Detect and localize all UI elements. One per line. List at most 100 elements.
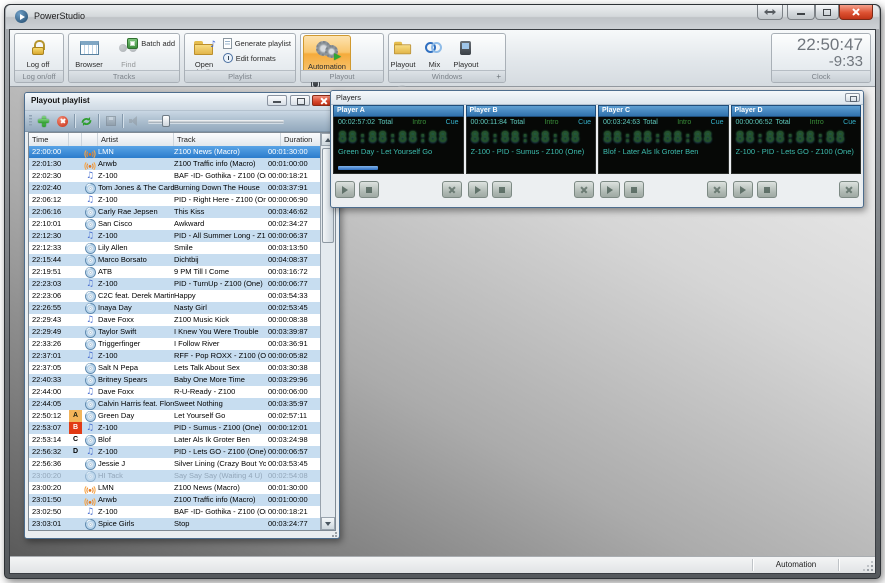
- player-cue-label: Cue: [843, 119, 856, 127]
- save-playlist-button[interactable]: [103, 114, 118, 129]
- player-buttons: [731, 174, 862, 205]
- playlist-maximize-button[interactable]: [290, 95, 310, 106]
- player-stop-button[interactable]: [492, 181, 512, 198]
- playlist-row[interactable]: 23:01:50AnwbZ100 Traffic info (Macro)00:…: [29, 494, 320, 506]
- browser-button[interactable]: Browser: [69, 34, 109, 69]
- row-time: 22:37:01: [29, 350, 69, 362]
- batch-add-button[interactable]: Batch add: [127, 38, 175, 49]
- player-play-button[interactable]: [468, 181, 488, 198]
- player-eject-button[interactable]: [574, 181, 594, 198]
- playlist-header-row: Time Artist Track Duration: [29, 133, 335, 147]
- playlist-titlebar[interactable]: Playout playlist: [25, 93, 339, 111]
- add-track-button[interactable]: [36, 114, 51, 129]
- column-header-icon[interactable]: [82, 133, 98, 146]
- status-bar: Automation: [10, 556, 875, 573]
- playlist-row[interactable]: 22:12:33Lily AllenSmile00:03:13:50: [29, 242, 320, 254]
- row-artist: Dave Foxx: [98, 386, 174, 398]
- playlist-row[interactable]: 22:56:36Jessie JSilver Lining (Crazy Bou…: [29, 458, 320, 470]
- row-track: 9 PM Till I Come: [174, 266, 266, 278]
- player-stop-button[interactable]: [624, 181, 644, 198]
- group-overflow-button[interactable]: +: [496, 71, 501, 82]
- scroll-down-button[interactable]: [321, 517, 335, 530]
- playlist-row[interactable]: 22:00:00LMNZ100 News (Macro)00:01:30:00: [29, 146, 320, 158]
- volume-thumb[interactable]: [162, 115, 170, 127]
- column-header-badge[interactable]: [69, 133, 82, 146]
- switch-window-button[interactable]: [757, 5, 783, 20]
- playlist-row[interactable]: 23:03:01Spice GirlsStop00:03:24:77: [29, 518, 320, 530]
- playlist-row[interactable]: 22:02:40Tom Jones & The Cardiga...Burnin…: [29, 182, 320, 194]
- mute-button[interactable]: [127, 114, 142, 129]
- playlist-row[interactable]: 23:00:20HI TackSay Say Say (Waiting 4 U)…: [29, 470, 320, 482]
- players-collapse-button[interactable]: [845, 93, 860, 102]
- player-play-button[interactable]: [733, 181, 753, 198]
- row-track: Burning Down The House: [174, 182, 266, 194]
- playlist-row[interactable]: 22:12:30♫Z-100PID - All Summer Long - Z1…: [29, 230, 320, 242]
- playlist-row[interactable]: 22:23:06C2C feat. Derek MartinHappy00:03…: [29, 290, 320, 302]
- row-time: 22:12:33: [29, 242, 69, 254]
- playlist-row[interactable]: 23:02:50♫Z-100BAF -ID- Gothika - Z100 (O…: [29, 506, 320, 518]
- player-eject-button[interactable]: [839, 181, 859, 198]
- playlist-row[interactable]: 22:53:14CBlofLater Als Ik Groter Ben00:0…: [29, 434, 320, 446]
- player-eject-button[interactable]: [442, 181, 462, 198]
- players-body: Player A00:02:57:02TotalIntroCue88:88:88…: [333, 105, 861, 205]
- row-artist: Calvin Harris feat. Florenc...: [98, 398, 174, 410]
- column-header-track[interactable]: Track: [174, 133, 281, 146]
- volume-slider[interactable]: [148, 114, 298, 128]
- playlist-minimize-button[interactable]: [267, 95, 287, 106]
- row-time: 22:56:32: [29, 446, 69, 458]
- player-stop-button[interactable]: [359, 181, 379, 198]
- delete-track-button[interactable]: [55, 114, 70, 129]
- playlist-row[interactable]: 22:56:32D♫Z-100PID - Lets GO - Z100 (One…: [29, 446, 320, 458]
- row-time: 22:06:12: [29, 194, 69, 206]
- playlist-row[interactable]: 22:53:07B♫Z-100PID - Sumus - Z100 (One)0…: [29, 422, 320, 434]
- playlist-row[interactable]: 22:06:12♫Z-100PID - Right Here - Z100 (O…: [29, 194, 320, 206]
- refresh-playlist-button[interactable]: [79, 114, 94, 129]
- stop-icon: [764, 187, 770, 193]
- playlist-row[interactable]: 22:44:05Calvin Harris feat. Florenc...Sw…: [29, 398, 320, 410]
- playlist-row[interactable]: 22:33:26TriggerfingerI Follow River00:03…: [29, 338, 320, 350]
- cd-icon: [85, 471, 96, 482]
- column-header-artist[interactable]: Artist: [98, 133, 174, 146]
- playlist-row[interactable]: 22:10:01San CiscoAwkward00:02:34:27: [29, 218, 320, 230]
- player-eject-button[interactable]: [707, 181, 727, 198]
- clock-remaining: -9:33: [772, 54, 863, 69]
- maximize-button[interactable]: [815, 5, 839, 20]
- row-artist: Z-100: [98, 194, 174, 206]
- column-header-time[interactable]: Time: [29, 133, 69, 146]
- playlist-row[interactable]: 22:29:49Taylor SwiftI Knew You Were Trou…: [29, 326, 320, 338]
- close-button[interactable]: [839, 5, 873, 20]
- playlist-row[interactable]: 22:37:01♫Z-100RFF - Pop ROXX - Z100 (One…: [29, 350, 320, 362]
- player-play-button[interactable]: [335, 181, 355, 198]
- minimize-button[interactable]: [787, 5, 815, 20]
- players-titlebar[interactable]: Players: [331, 91, 863, 105]
- generate-playlist-button[interactable]: Generate playlist: [223, 38, 291, 49]
- toolbar-grip[interactable]: [29, 115, 32, 127]
- log-off-label: Log off: [27, 61, 50, 69]
- playlist-row[interactable]: 22:26:55Inaya DayNasty Girl00:02:53:45: [29, 302, 320, 314]
- player-stop-button[interactable]: [757, 181, 777, 198]
- playlist-row[interactable]: 23:00:20LMNZ100 News (Macro)00:01:30:00: [29, 482, 320, 494]
- playlist-row[interactable]: 22:06:16Carly Rae JepsenThis Kiss00:03:4…: [29, 206, 320, 218]
- playlist-row[interactable]: 22:02:30♫Z-100BAF -ID- Gothika - Z100 (O…: [29, 170, 320, 182]
- playlist-row[interactable]: 22:40:33Britney SpearsBaby One More Time…: [29, 374, 320, 386]
- log-off-button[interactable]: Log off: [15, 34, 61, 69]
- resize-grip[interactable]: [329, 531, 337, 537]
- playlist-row[interactable]: 22:23:03♫Z-100PID - TurnUp - Z100 (One)0…: [29, 278, 320, 290]
- row-artist: Dave Foxx: [98, 314, 174, 326]
- player-play-button[interactable]: [600, 181, 620, 198]
- row-duration: 00:01:00:00: [266, 494, 320, 506]
- player-name: Player D: [731, 105, 862, 117]
- playlist-row[interactable]: 22:50:12AGreen DayLet Yourself Go00:02:5…: [29, 410, 320, 422]
- status-resize-grip[interactable]: [864, 562, 873, 571]
- playlist-row[interactable]: 22:44:00♫Dave FoxxR-U-Ready - Z10000:00:…: [29, 386, 320, 398]
- row-track: Say Say Say (Waiting 4 U): [174, 470, 266, 482]
- playlist-row[interactable]: 22:01:30AnwbZ100 Traffic info (Macro)00:…: [29, 158, 320, 170]
- row-time: 22:33:26: [29, 338, 69, 350]
- playlist-row[interactable]: 22:19:51ATB9 PM Till I Come00:03:16:72: [29, 266, 320, 278]
- edit-formats-button[interactable]: Edit formats: [223, 53, 276, 63]
- playlist-row[interactable]: 22:15:44Marco BorsatoDichtbij00:04:08:37: [29, 254, 320, 266]
- playlist-row[interactable]: 22:37:05Salt N PepaLets Talk About Sex00…: [29, 362, 320, 374]
- playlist-row[interactable]: 22:29:43♫Dave FoxxZ100 Music Kick00:00:0…: [29, 314, 320, 326]
- player-progress-bar: [338, 166, 378, 170]
- automation-button[interactable]: ▶ Automation: [303, 35, 351, 73]
